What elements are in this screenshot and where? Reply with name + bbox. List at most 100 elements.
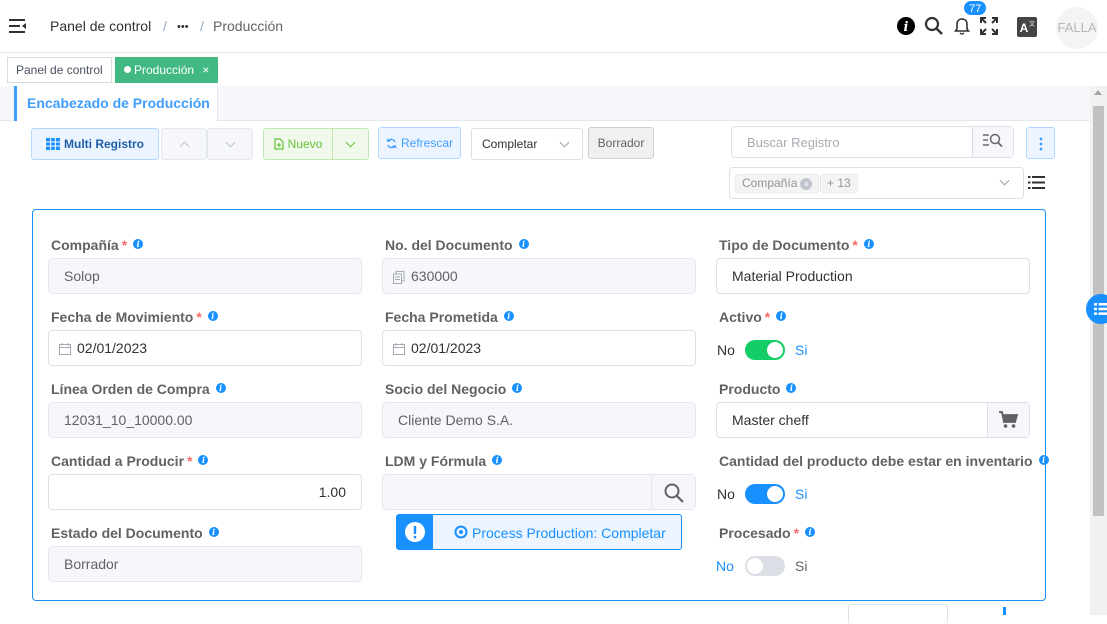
company-label: Compañía*i <box>51 237 143 253</box>
fullscreen-icon[interactable] <box>979 16 999 36</box>
tag-panel-de-control[interactable]: Panel de control <box>7 57 112 83</box>
product-label: Producto i <box>719 381 796 397</box>
list-icon <box>1094 303 1107 315</box>
search-placeholder: Buscar Registro <box>747 135 839 150</box>
qty-input[interactable]: 1.00 <box>48 474 362 510</box>
info-icon[interactable]: i <box>512 383 522 393</box>
search-button[interactable] <box>972 127 1013 157</box>
chevron-up-icon <box>179 141 189 151</box>
switch-knob <box>767 486 783 502</box>
current-page-indicator[interactable] <box>1003 607 1006 615</box>
multi-record-button[interactable]: Multi Registro <box>31 128 159 160</box>
draft-button[interactable]: Borrador <box>588 127 654 159</box>
doc-status-value: Borrador <box>64 556 118 572</box>
info-icon[interactable]: i <box>492 455 502 465</box>
info-icon[interactable]: i <box>519 239 529 249</box>
label-text: Cantidad del producto debe estar en inve… <box>719 453 1033 469</box>
menu-fold-icon[interactable] <box>8 16 28 36</box>
date-promised-field[interactable]: 02/01/2023 <box>382 330 696 366</box>
bom-field[interactable] <box>382 474 696 510</box>
action-select-value: Completar <box>482 137 537 151</box>
breadcrumb-home[interactable]: Panel de control <box>50 18 151 34</box>
action-select[interactable]: Completar <box>471 128 583 160</box>
svg-text:A: A <box>1020 21 1029 35</box>
breadcrumb-separator: / <box>200 18 204 34</box>
document-copy-icon <box>393 271 405 284</box>
translate-icon[interactable]: A 文 <box>1017 17 1037 37</box>
order-line-value: 12031_10_10000.00 <box>64 412 192 428</box>
process-production-label: Process Production: Completar <box>472 525 666 541</box>
filter-chip-more: + 13 <box>820 174 858 193</box>
info-icon[interactable]: i <box>198 455 208 465</box>
document-add-icon <box>274 138 284 150</box>
tag-close-icon[interactable]: × <box>202 63 209 77</box>
movement-date-field[interactable]: 02/01/2023 <box>48 330 362 366</box>
company-field: Solop <box>48 258 362 294</box>
info-icon[interactable]: i <box>209 527 219 537</box>
chevron-down-icon <box>560 138 570 148</box>
breadcrumb-ellipsis[interactable]: ••• <box>177 21 189 33</box>
label-text: Fecha Prometida <box>385 309 498 325</box>
info-icon[interactable]: i <box>805 527 815 537</box>
info-icon[interactable]: i <box>208 311 218 321</box>
label-text: LDM y Fórmula <box>385 453 486 469</box>
chevron-down-icon <box>346 137 356 147</box>
info-icon[interactable]: i <box>1039 455 1049 465</box>
product-cart-button[interactable] <box>987 403 1029 437</box>
label-text: Producto <box>719 381 780 397</box>
processed-switch[interactable] <box>745 556 785 576</box>
tab-encabezado-produccion[interactable]: Encabezado de Producción <box>14 86 218 121</box>
search-icon[interactable] <box>924 16 944 36</box>
active-switch[interactable] <box>745 340 785 360</box>
active-off-label: No <box>717 342 735 358</box>
info-icon[interactable]: i <box>504 311 514 321</box>
bell-icon[interactable] <box>952 16 972 36</box>
refresh-button[interactable]: Refrescar <box>378 127 461 159</box>
business-partner-label: Socio del Negocioi <box>385 381 522 397</box>
active-label: Activo*i <box>719 309 786 325</box>
calendar-icon <box>59 343 71 355</box>
processed-on-label: Si <box>795 558 807 574</box>
next-record-button[interactable] <box>207 128 253 160</box>
page-size-select[interactable] <box>848 604 948 624</box>
doc-status-field: Borrador <box>48 546 362 582</box>
qty-label: Cantidad a Producir*i <box>51 453 208 469</box>
shopping-cart-icon <box>999 411 1019 429</box>
document-no-label: No. del Documentoi <box>385 237 529 253</box>
refresh-label: Refrescar <box>401 136 453 150</box>
search-list-icon <box>983 133 1003 149</box>
more-options-button[interactable] <box>1026 127 1055 159</box>
previous-record-button[interactable] <box>161 128 207 160</box>
switch-knob <box>767 342 783 358</box>
bom-search-button[interactable] <box>651 475 695 509</box>
scroll-up-arrow-icon[interactable] <box>1094 90 1102 95</box>
bom-label: LDM y Fórmula i <box>385 453 502 469</box>
doc-status-label: Estado del Documento i <box>51 525 219 541</box>
order-line-label: Línea Orden de Comprai <box>51 381 226 397</box>
info-icon[interactable]: i <box>216 383 226 393</box>
avatar[interactable]: FALLA <box>1056 7 1098 49</box>
in-stock-switch[interactable] <box>745 484 785 504</box>
info-icon[interactable]: i <box>864 239 874 249</box>
draft-label: Borrador <box>598 136 645 150</box>
tag-produccion[interactable]: Producción × <box>115 57 218 83</box>
business-partner-field: Cliente Demo S.A. <box>382 402 696 438</box>
info-icon[interactable]: i <box>133 239 143 249</box>
new-button[interactable]: Nuevo <box>263 128 333 160</box>
label-text: Cantidad a Producir <box>51 453 184 469</box>
info-icon[interactable]: i <box>776 311 786 321</box>
filter-chip-compania[interactable]: Compañía× <box>735 174 819 193</box>
list-view-icon[interactable] <box>1028 175 1045 190</box>
label-text: Estado del Documento <box>51 525 203 541</box>
info-icon[interactable]: i <box>896 16 916 36</box>
product-field[interactable]: Master cheff <box>716 402 1030 438</box>
search-icon <box>664 483 684 503</box>
date-promised-label: Fecha Prometida i <box>385 309 514 325</box>
info-icon[interactable]: i <box>786 383 796 393</box>
chip-close-icon[interactable]: × <box>800 178 812 190</box>
label-text: Tipo de Documento <box>719 237 849 253</box>
doc-type-select[interactable]: Material Production <box>716 258 1030 294</box>
switch-knob <box>747 558 763 574</box>
chevron-down-icon <box>225 137 235 147</box>
new-dropdown-button[interactable] <box>332 128 369 160</box>
